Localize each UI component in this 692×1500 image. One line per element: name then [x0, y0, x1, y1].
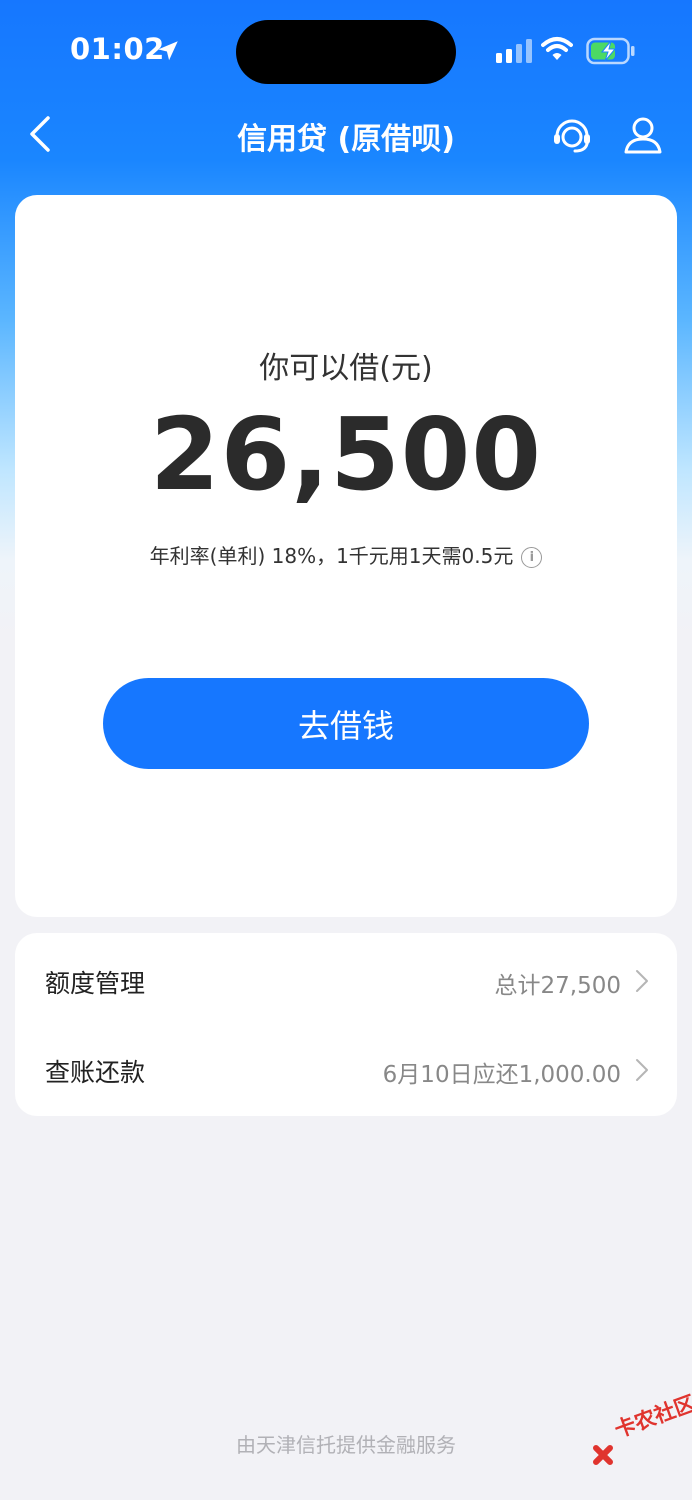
battery-charging-icon	[586, 37, 635, 65]
menu-item-label: 查账还款	[45, 1058, 146, 1087]
loan-card: 你可以借(元) 26,500 年利率(单利) 18%，1千元用1天需0.5元 i …	[15, 195, 677, 917]
menu-item-billing-repayment[interactable]: 查账还款 6月10日应还1,000.00	[15, 1025, 677, 1115]
customer-service-icon[interactable]	[551, 114, 593, 156]
menu-item-label: 额度管理	[45, 969, 146, 998]
menu-item-value: 总计27,500	[494, 973, 621, 999]
cellular-signal-icon	[496, 39, 532, 63]
menu-item-value: 6月10日应还1,000.00	[382, 1062, 621, 1088]
nav-bar: 信用贷 (原借呗)	[0, 100, 692, 170]
borrow-button[interactable]: 去借钱	[103, 678, 589, 769]
available-amount: 26,500	[150, 396, 542, 513]
status-time: 01:02	[70, 32, 165, 66]
interest-rate-line: 年利率(单利) 18%，1千元用1天需0.5元 i	[15, 540, 677, 569]
chevron-right-icon	[636, 1059, 648, 1081]
dynamic-island	[236, 20, 456, 84]
status-bar: 01:02	[0, 0, 692, 100]
chevron-right-icon	[636, 970, 648, 992]
location-arrow-icon	[158, 41, 178, 61]
available-amount-label: 你可以借(元)	[259, 351, 433, 386]
profile-icon[interactable]	[622, 114, 664, 156]
info-icon[interactable]: i	[521, 547, 543, 568]
menu-card: 额度管理 总计27,500 查账还款 6月10日应还1,000.00	[15, 933, 677, 1116]
menu-item-credit-management[interactable]: 额度管理 总计27,500	[15, 936, 677, 1026]
interest-rate-text: 年利率(单利) 18%，1千元用1天需0.5元	[149, 544, 514, 568]
wifi-icon	[541, 37, 573, 60]
